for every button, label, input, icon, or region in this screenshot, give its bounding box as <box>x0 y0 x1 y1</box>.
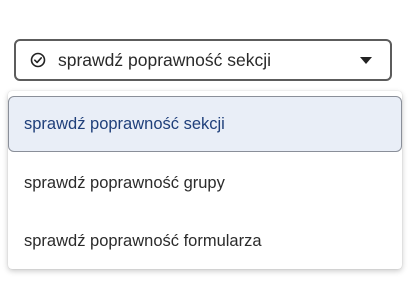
check-circle-icon <box>30 52 46 68</box>
menu-item-section[interactable]: sprawdź poprawność sekcji <box>8 96 402 152</box>
menu-item-label: sprawdź poprawność sekcji <box>24 114 225 133</box>
validation-select[interactable]: sprawdź poprawność sekcji <box>14 39 392 81</box>
caret-down-icon[interactable] <box>360 56 372 64</box>
dropdown-menu: sprawdź poprawność sekcji sprawdź popraw… <box>8 91 402 269</box>
menu-item-label: sprawdź poprawność formularza <box>24 231 262 250</box>
select-value: sprawdź poprawność sekcji <box>58 49 272 70</box>
menu-item-group[interactable]: sprawdź poprawność grupy <box>8 158 402 208</box>
stage: sprawdź poprawność sekcji sprawdź popraw… <box>0 0 409 282</box>
menu-item-label: sprawdź poprawność grupy <box>24 173 225 192</box>
menu-item-form[interactable]: sprawdź poprawność formularza <box>8 215 402 267</box>
